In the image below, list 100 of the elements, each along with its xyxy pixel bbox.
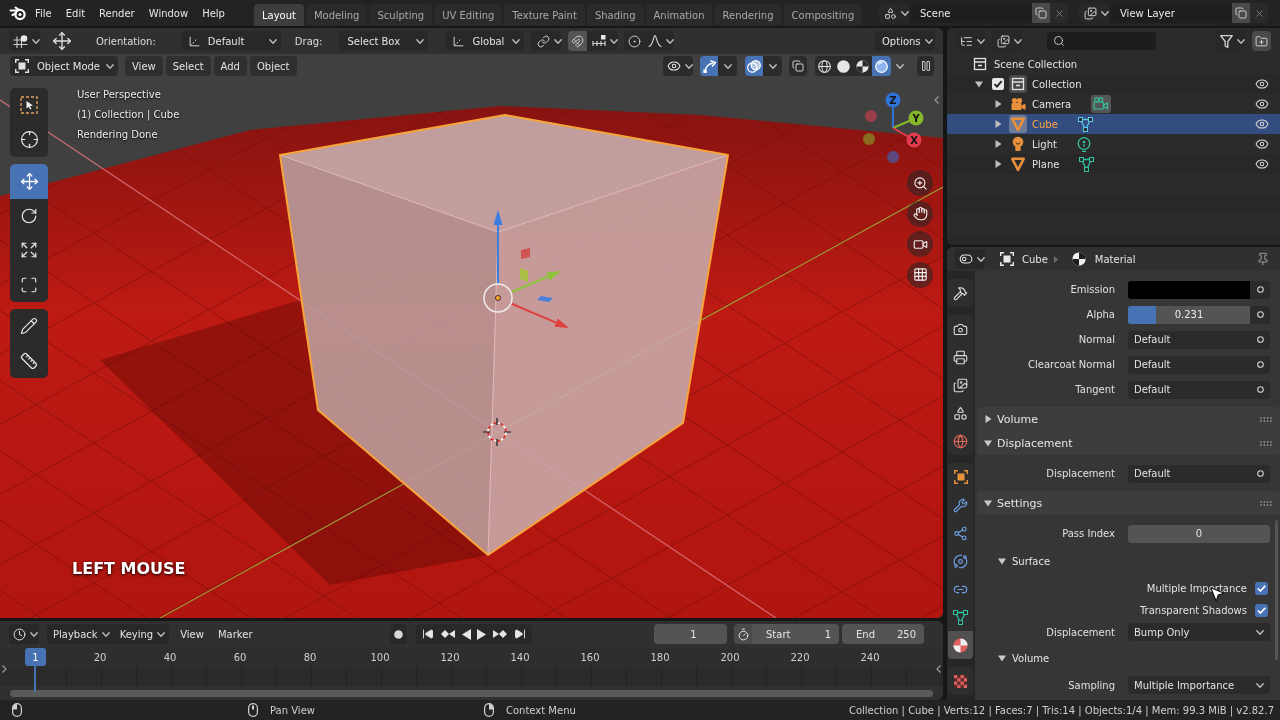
menu-item[interactable]: Window xyxy=(141,3,196,23)
disclosure-triangle-icon[interactable] xyxy=(984,499,992,507)
checkbox[interactable] xyxy=(1255,581,1268,595)
cube[interactable] xyxy=(279,114,729,556)
menu-item[interactable]: Help xyxy=(195,3,232,23)
panel-header[interactable]: Volume xyxy=(977,407,1280,431)
menu-button[interactable]: Add xyxy=(213,56,247,76)
snap-dropdown[interactable] xyxy=(587,31,619,51)
subpanel-header[interactable]: Volume xyxy=(977,646,1280,670)
menu-item[interactable]: File xyxy=(28,3,59,23)
move-tool[interactable] xyxy=(10,164,48,199)
menu-dropdown[interactable]: Keying xyxy=(113,624,170,644)
pan-button[interactable] xyxy=(907,200,933,227)
properties-tab[interactable] xyxy=(948,603,973,631)
disclosure-triangle-icon[interactable] xyxy=(998,557,1006,565)
crosshair-ring-icon[interactable] xyxy=(482,417,512,447)
copy-button[interactable] xyxy=(1032,3,1050,23)
menu-item[interactable]: Render xyxy=(92,3,142,23)
axis-dot-icon[interactable] xyxy=(865,110,877,122)
shading-button[interactable] xyxy=(853,56,872,76)
outliner-row[interactable]: Plane xyxy=(947,154,1280,174)
workspace-tab[interactable]: Sculpting xyxy=(369,4,433,26)
disclosure-triangle-icon[interactable] xyxy=(984,415,992,423)
checkbox-label[interactable]: Transparent Shadows xyxy=(1139,604,1247,616)
menu-button[interactable]: View xyxy=(125,56,163,76)
skip-forward-icon[interactable] xyxy=(513,628,526,640)
workspace-tab[interactable]: Layout xyxy=(253,4,304,26)
disclosure-triangle-icon[interactable] xyxy=(998,654,1006,662)
disclosure-triangle-icon[interactable] xyxy=(975,80,983,88)
falloff-dropdown[interactable] xyxy=(644,31,675,51)
cursor-tool[interactable] xyxy=(10,122,48,157)
axis-dot-icon[interactable] xyxy=(863,133,875,145)
play-icon[interactable] xyxy=(477,628,487,640)
panel-header[interactable]: Displacement xyxy=(977,431,1280,455)
outliner-row[interactable]: Light xyxy=(947,134,1280,154)
properties-tab[interactable] xyxy=(948,279,973,307)
editor-type-dropdown[interactable] xyxy=(955,249,985,269)
gizmo-toggle[interactable] xyxy=(700,56,718,76)
end-frame-field[interactable]: End 250 xyxy=(842,624,924,644)
dropdown[interactable]: Multiple Importance xyxy=(1128,676,1270,694)
pivot-link-dropdown[interactable] xyxy=(531,31,562,51)
dropdown-button[interactable] xyxy=(763,56,782,76)
checkbox[interactable] xyxy=(992,78,1004,90)
disclosure-triangle-icon[interactable] xyxy=(984,439,992,447)
timeline-scrollbar[interactable] xyxy=(10,689,933,697)
checkbox[interactable] xyxy=(1255,603,1268,617)
workspace-tab[interactable]: Animation xyxy=(645,4,713,26)
workspace-tab[interactable]: Compositing xyxy=(783,4,863,26)
skip-back-icon[interactable] xyxy=(422,628,435,640)
options-dropdown[interactable]: Options xyxy=(874,31,935,51)
menu-item[interactable]: Edit xyxy=(58,3,93,23)
play-reverse-icon[interactable] xyxy=(461,628,471,640)
dropdown[interactable]: Bump Only xyxy=(1128,623,1270,641)
transform-orientation-dropdown[interactable]: Global xyxy=(446,31,525,51)
pin-icon[interactable] xyxy=(1256,252,1270,266)
pivot-dropdown[interactable] xyxy=(9,31,40,51)
measure-tool[interactable] xyxy=(10,343,48,378)
close-button[interactable] xyxy=(1250,3,1268,23)
properties-tab[interactable] xyxy=(948,631,973,659)
outliner-row[interactable]: Camera xyxy=(947,94,1280,114)
view-layer-name-field[interactable]: View Layer xyxy=(1111,3,1232,23)
workspace-tab[interactable]: Shading xyxy=(586,4,644,26)
view-layer-dropdown[interactable] xyxy=(1079,3,1109,23)
menu-button[interactable]: Select xyxy=(165,56,211,76)
diamond-left-arrow-icon[interactable] xyxy=(441,629,455,639)
current-frame-field[interactable]: 1 xyxy=(654,624,727,644)
snap-toggle[interactable] xyxy=(568,31,588,51)
axis-handle[interactable]: X xyxy=(892,127,922,148)
annotate-tool[interactable] xyxy=(10,309,48,344)
dropdown-button[interactable] xyxy=(718,56,737,76)
diamond-right-arrow-icon[interactable] xyxy=(492,629,507,639)
properties-tab[interactable] xyxy=(948,427,973,455)
socket-field[interactable]: Default xyxy=(1128,355,1270,374)
pause-button[interactable] xyxy=(917,56,934,76)
playhead-frame[interactable]: 1 xyxy=(25,648,46,666)
socket-field[interactable]: Default xyxy=(1128,464,1270,483)
copy-button[interactable] xyxy=(1232,3,1250,23)
record-button[interactable] xyxy=(390,624,407,644)
disclosure-triangle-icon[interactable] xyxy=(994,160,1002,168)
transform-tool[interactable] xyxy=(10,267,48,302)
number-field[interactable]: 0 xyxy=(1128,524,1270,543)
mode-dropdown[interactable]: Object Mode xyxy=(10,56,118,76)
shading-button[interactable] xyxy=(872,56,891,76)
eye-icon[interactable] xyxy=(1255,157,1269,171)
socket-field[interactable]: Default xyxy=(1128,330,1270,349)
scene-name-field[interactable]: Scene xyxy=(911,3,1032,23)
new-collection-button[interactable] xyxy=(1252,31,1271,51)
eye-icon[interactable] xyxy=(1255,77,1269,91)
preview-range-toggle[interactable] xyxy=(734,624,752,644)
grid-view-button[interactable] xyxy=(907,261,933,288)
menu-button[interactable]: Object xyxy=(249,56,297,76)
close-button[interactable] xyxy=(1050,3,1068,23)
zoom-button[interactable] xyxy=(907,170,933,196)
camera-view-button[interactable] xyxy=(907,231,933,257)
editor-type-dropdown[interactable] xyxy=(9,624,39,644)
eye-icon[interactable] xyxy=(1255,97,1269,111)
workspace-tab[interactable]: UV Editing xyxy=(434,4,503,26)
menu-button[interactable]: View xyxy=(177,624,207,644)
menu-button[interactable]: Marker xyxy=(214,624,256,644)
rotate-tool[interactable] xyxy=(10,198,48,233)
